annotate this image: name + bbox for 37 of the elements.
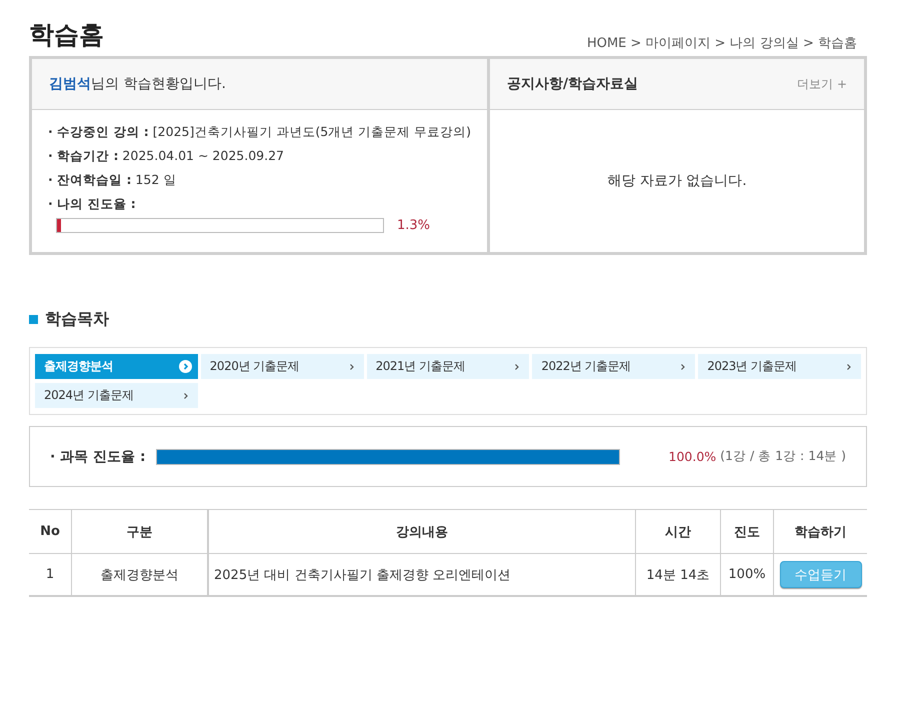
table-cell: 100%: [720, 554, 774, 596]
chevron-icon: [846, 362, 852, 370]
chevron-icon: [182, 392, 189, 400]
column-header: 구분: [72, 510, 208, 554]
column-header: 시간: [636, 510, 720, 554]
section-title: 학습목차: [45, 309, 109, 330]
square-icon: [29, 315, 38, 324]
tab[interactable]: 2023년 기출문제: [698, 354, 861, 379]
column-header: 강의내용: [208, 510, 636, 554]
tab[interactable]: 2022년 기출문제: [532, 354, 696, 379]
column-header: 진도: [720, 510, 774, 554]
chevron-icon: [348, 362, 355, 370]
column-header: No: [29, 510, 72, 554]
info-line: · 잔여학습일 : 152 일: [48, 171, 178, 189]
table-cell: 14분 14초: [636, 554, 720, 596]
column-header: 학습하기: [774, 510, 867, 554]
table-cell: 출제경향분석: [72, 554, 208, 596]
chevron-icon: [680, 362, 686, 370]
tab[interactable]: 2021년 기출문제: [366, 354, 530, 379]
info-line: · 학습기간 : 2025.04.01 ~ 2025.09.27: [48, 147, 285, 165]
table-cell: 2025년 대비 건축기사필기 출제경향 오리엔테이션: [208, 554, 636, 596]
notice-title: 공지사항/학습자료실: [506, 75, 638, 93]
tab[interactable]: 2024년 기출문제: [35, 383, 198, 408]
empty-message: 해당 자료가 없습니다.: [607, 172, 747, 190]
page-title: 학습홈: [29, 19, 104, 51]
subject-progress-reading: 100.0%: [668, 449, 716, 464]
chevron-icon: [514, 362, 520, 370]
subject-progress-detail: (1강 / 총 1강 : 14분 ): [720, 448, 846, 465]
info-line: · 수강중인 강의 : [2025]건축기사필기 과년도(5개년 기출문제 무료강의): [48, 123, 471, 141]
subject-progress-label: · 과목 진도율 :: [50, 448, 146, 466]
chevron-icon: [178, 360, 192, 373]
table-cell: 1: [29, 554, 72, 596]
tab[interactable]: 2020년 기출문제: [200, 354, 364, 379]
breadcrumb: HOME > 마이페이지 > 나의 강의실 > 학습홈: [586, 35, 857, 52]
greeting-text: 김범석님의 학습현황입니다.: [49, 75, 226, 93]
info-line: · 나의 진도율 :: [48, 195, 137, 213]
progress-reading: 1.3%: [397, 218, 430, 233]
